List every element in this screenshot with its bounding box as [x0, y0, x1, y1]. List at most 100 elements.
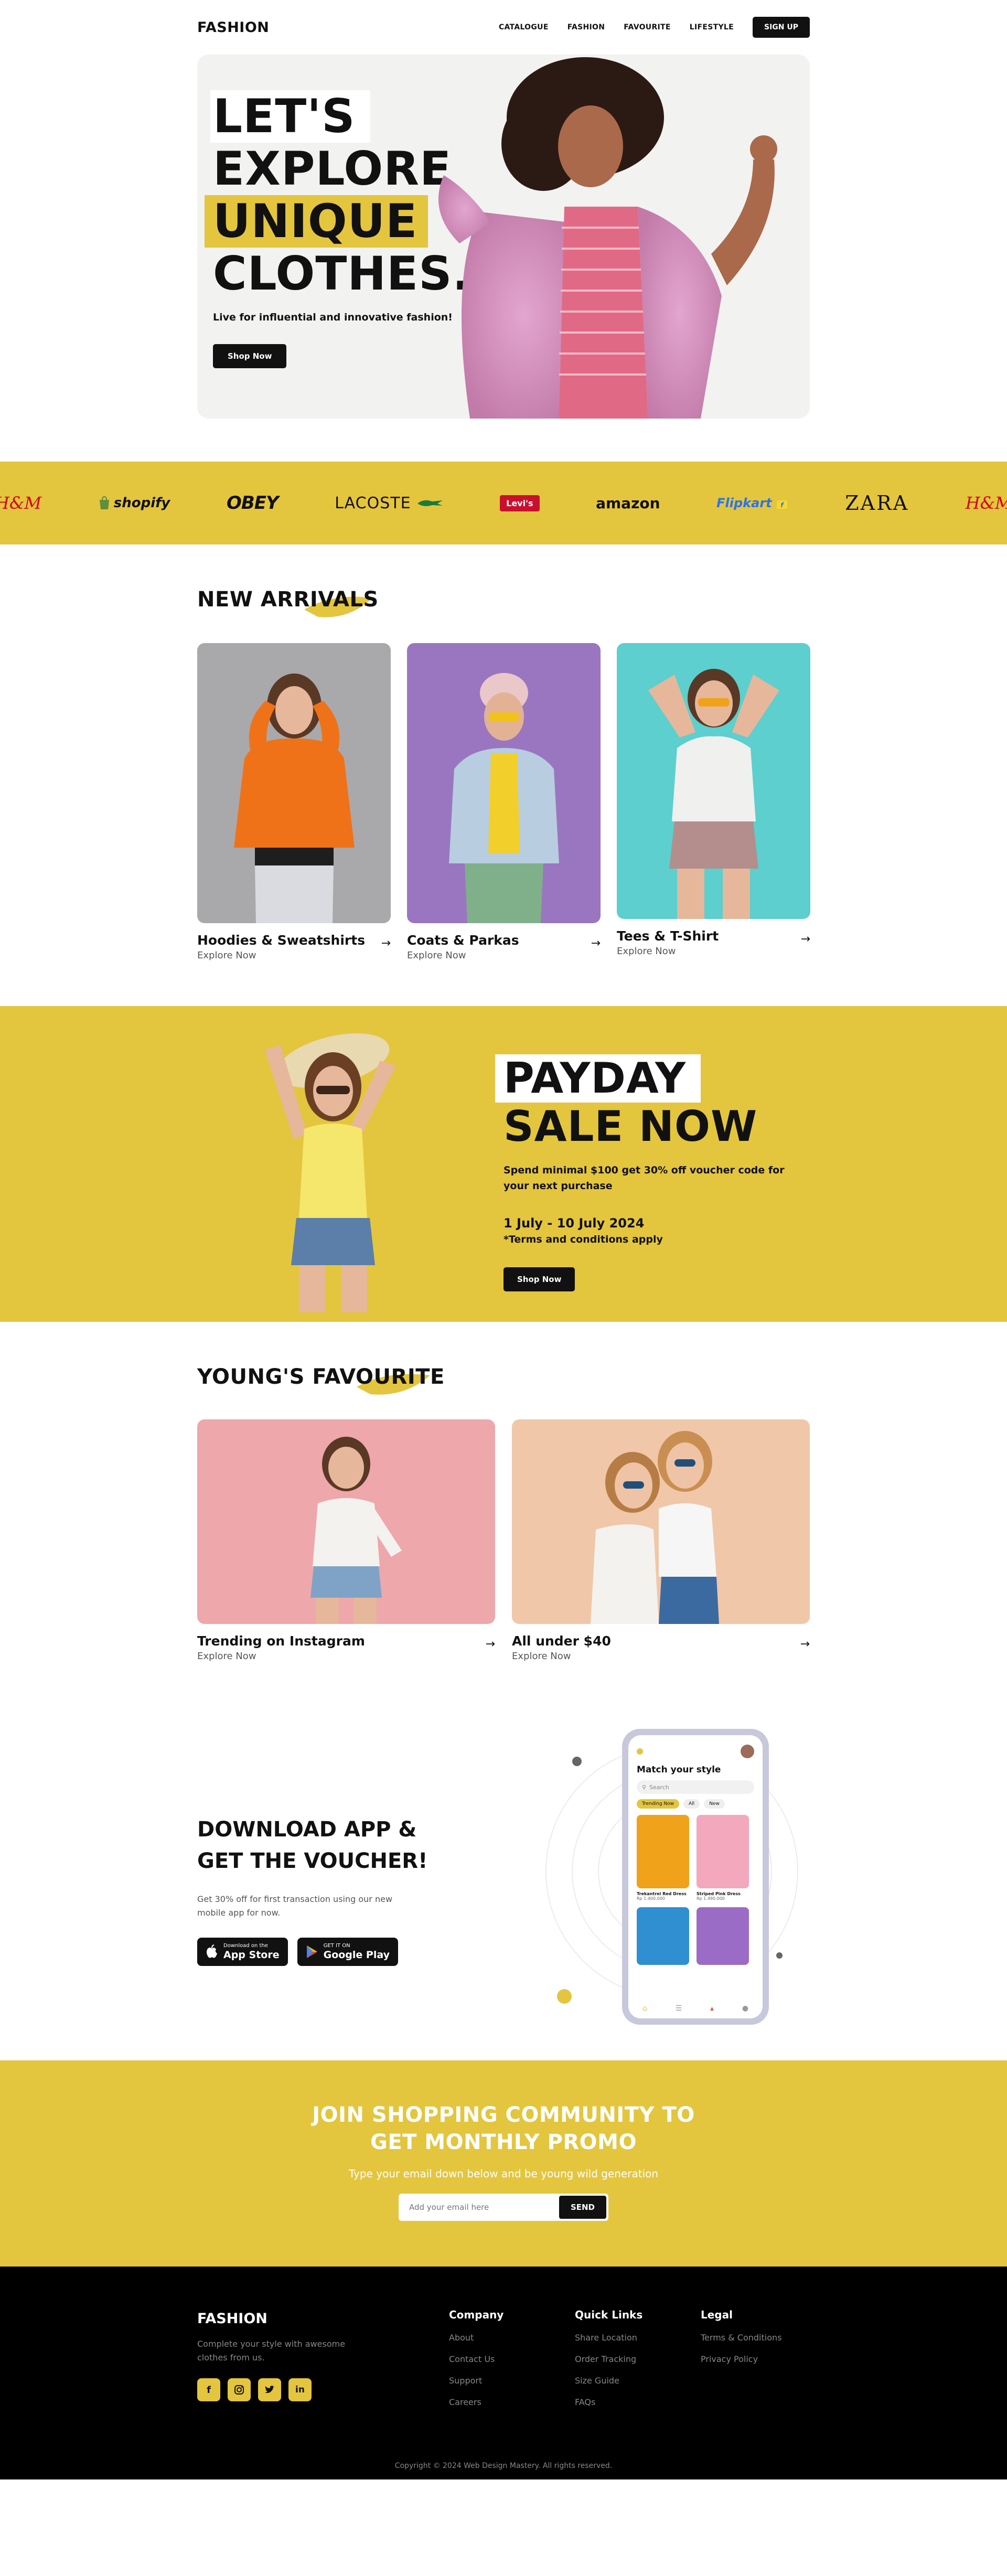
footer-link-careers[interactable]: Careers — [449, 2397, 504, 2407]
footer-col-title: Legal — [701, 2308, 733, 2321]
new-arrivals-grid: Hoodies & Sweatshirts Explore Now → Coat… — [197, 643, 810, 961]
category-name: Tees & T-Shirt — [617, 928, 719, 944]
brand-logo-obey[interactable]: OBEY — [227, 493, 279, 514]
brand-logo-shopify[interactable]: shopify — [98, 495, 170, 511]
brand-logo-hm-2[interactable]: H&M — [966, 493, 1007, 513]
category-card-hoodies[interactable]: Hoodies & Sweatshirts Explore Now → — [197, 643, 391, 961]
brand-logo-lacoste[interactable]: LACOSTE — [335, 494, 443, 512]
phone-search[interactable]: ⚲ Search — [637, 1780, 754, 1794]
linkedin-icon[interactable]: in — [288, 2378, 312, 2401]
page-wrapper: FASHION CATALOGUE FASHION FAVOURITE LIFE… — [197, 0, 810, 419]
social-links: f in — [197, 2378, 365, 2401]
cart-icon[interactable]: ▴ — [710, 2004, 714, 2013]
category-card-tees[interactable]: Tees & T-Shirt Explore Now → — [617, 643, 810, 961]
footer-link-order-tracking[interactable]: Order Tracking — [575, 2354, 642, 2364]
footer-link-terms[interactable]: Terms & Conditions — [701, 2333, 781, 2343]
user-icon[interactable]: ● — [742, 2004, 748, 2013]
footer-link-faqs[interactable]: FAQs — [575, 2397, 642, 2407]
instagram-icon[interactable] — [228, 2378, 251, 2401]
arrow-right-icon[interactable]: → — [800, 1638, 810, 1651]
brand-logo-hm[interactable]: H&M — [0, 493, 41, 513]
arrow-right-icon[interactable]: → — [591, 937, 601, 950]
newsletter-subtitle: Type your email down below and be young … — [348, 2167, 659, 2180]
phone-mockup-visual: Match your style ⚲ Search Trending Now A… — [533, 1683, 810, 2060]
category-image-coats — [407, 643, 601, 923]
payday-sale-banner: PAYDAY SALE NOW Spend minimal $100 get 3… — [0, 1006, 1007, 1322]
google-play-button[interactable]: GET IT ON Google Play — [297, 1938, 398, 1966]
flipkart-bag-icon: f — [776, 500, 787, 509]
newsletter-title-line-1: JOIN SHOPPING COMMUNITY TO — [312, 2103, 695, 2127]
phone-screen: Match your style ⚲ Search Trending Now A… — [628, 1735, 763, 2018]
home-icon[interactable]: ⌂ — [642, 2004, 647, 2013]
phone-title: Match your style — [637, 1765, 721, 1775]
footer-brand: FASHION Complete your style with awesome… — [197, 2311, 365, 2401]
app-title-line-2: GET THE VOUCHER! — [197, 1849, 428, 1873]
brand-logo-levis[interactable]: Levi's — [500, 495, 540, 511]
newsletter-section: JOIN SHOPPING COMMUNITY TO GET MONTHLY P… — [0, 2060, 1007, 2267]
product-image — [697, 1907, 749, 1965]
footer-link-about[interactable]: About — [449, 2333, 504, 2343]
shopify-bag-icon — [99, 496, 109, 509]
payday-date-range: 1 July - 10 July 2024 — [504, 1216, 645, 1231]
arrow-right-icon[interactable]: → — [801, 933, 810, 946]
category-card-coats[interactable]: Coats & Parkas Explore Now → — [407, 643, 601, 961]
chip-all[interactable]: All — [683, 1799, 700, 1809]
nav-link-fashion[interactable]: FASHION — [567, 23, 605, 31]
explore-link[interactable]: Explore Now — [512, 1651, 611, 1662]
phone-bottom-nav: ⌂ ☰ ▴ ● — [628, 1998, 763, 2018]
payday-terms: *Terms and conditions apply — [504, 1234, 663, 1245]
arrow-right-icon[interactable]: → — [486, 1638, 495, 1651]
payday-shop-button[interactable]: Shop Now — [504, 1267, 575, 1291]
crocodile-icon — [417, 500, 443, 506]
chip-new[interactable]: New — [704, 1799, 725, 1809]
phone-product-card[interactable]: Striped Pink Dress Rp 1.490.000 — [697, 1815, 749, 1901]
nav-link-lifestyle[interactable]: LIFESTYLE — [690, 23, 734, 31]
send-button[interactable]: SEND — [559, 2196, 606, 2219]
app-store-button[interactable]: Download on the App Store — [197, 1938, 288, 1966]
category-name: Hoodies & Sweatshirts — [197, 933, 366, 948]
footer-link-share-location[interactable]: Share Location — [575, 2333, 642, 2343]
site-logo[interactable]: FASHION — [197, 19, 269, 36]
app-description: Get 30% off for first transaction using … — [197, 1894, 393, 1918]
hero-shop-button[interactable]: Shop Now — [213, 344, 287, 368]
app-text: DOWNLOAD APP & GET THE VOUCHER! Get 30% … — [197, 1814, 427, 1966]
payday-title-line-1: PAYDAY — [495, 1054, 701, 1103]
arrow-right-icon[interactable]: → — [381, 937, 391, 950]
explore-link[interactable]: Explore Now — [197, 950, 365, 961]
nav-link-catalogue[interactable]: CATALOGUE — [499, 23, 549, 31]
newsletter-title-line-2: GET MONTHLY PROMO — [370, 2130, 637, 2154]
brand-logo-zara[interactable]: ZARA — [845, 491, 909, 515]
footer-link-support[interactable]: Support — [449, 2376, 504, 2386]
explore-link[interactable]: Explore Now — [407, 950, 519, 961]
brand-logo-amazon[interactable]: amazon — [596, 495, 660, 512]
footer-link-contact[interactable]: Contact Us — [449, 2354, 504, 2364]
avatar[interactable] — [741, 1745, 754, 1758]
brand-strip: H&M shopify OBEY LACOSTE Levi's amazon F… — [0, 462, 1007, 544]
download-app-section: DOWNLOAD APP & GET THE VOUCHER! Get 30% … — [197, 1683, 810, 2060]
nav-link-favourite[interactable]: FAVOURITE — [624, 23, 671, 31]
chip-trending[interactable]: Trending Now — [637, 1799, 680, 1809]
footer-link-size-guide[interactable]: Size Guide — [575, 2376, 642, 2386]
favourite-card-instagram[interactable]: Trending on Instagram Explore Now → — [197, 1419, 495, 1662]
footer-link-privacy[interactable]: Privacy Policy — [701, 2354, 781, 2364]
footer-col-company: Company About Contact Us Support Careers — [449, 2308, 504, 2407]
phone-product-card[interactable]: Trekantrei Red Dress Rp 1.400.000 — [637, 1815, 689, 1901]
category-image-hoodies — [197, 643, 391, 923]
search-icon: ⚲ — [642, 1783, 647, 1791]
facebook-icon[interactable]: f — [197, 2378, 220, 2401]
twitter-icon[interactable] — [258, 2378, 281, 2401]
menu-icon[interactable]: ☰ — [676, 2004, 682, 2013]
explore-link[interactable]: Explore Now — [617, 946, 719, 957]
signup-button[interactable]: SIGN UP — [752, 17, 810, 38]
payday-text: PAYDAY SALE NOW Spend minimal $100 get 3… — [495, 1054, 797, 1291]
category-image-tees — [617, 643, 810, 919]
product-image — [697, 1815, 749, 1888]
google-play-icon — [306, 1946, 317, 1958]
email-input[interactable] — [401, 2196, 559, 2219]
footer-logo[interactable]: FASHION — [197, 2311, 365, 2327]
brand-logo-flipkart[interactable]: Flipkart f — [716, 496, 789, 510]
top-nav: FASHION CATALOGUE FASHION FAVOURITE LIFE… — [197, 0, 810, 55]
footer-description: Complete your style with awesome clothes… — [197, 2339, 346, 2363]
explore-link[interactable]: Explore Now — [197, 1651, 365, 1662]
favourite-card-under-40[interactable]: All under $40 Explore Now → — [512, 1419, 810, 1662]
